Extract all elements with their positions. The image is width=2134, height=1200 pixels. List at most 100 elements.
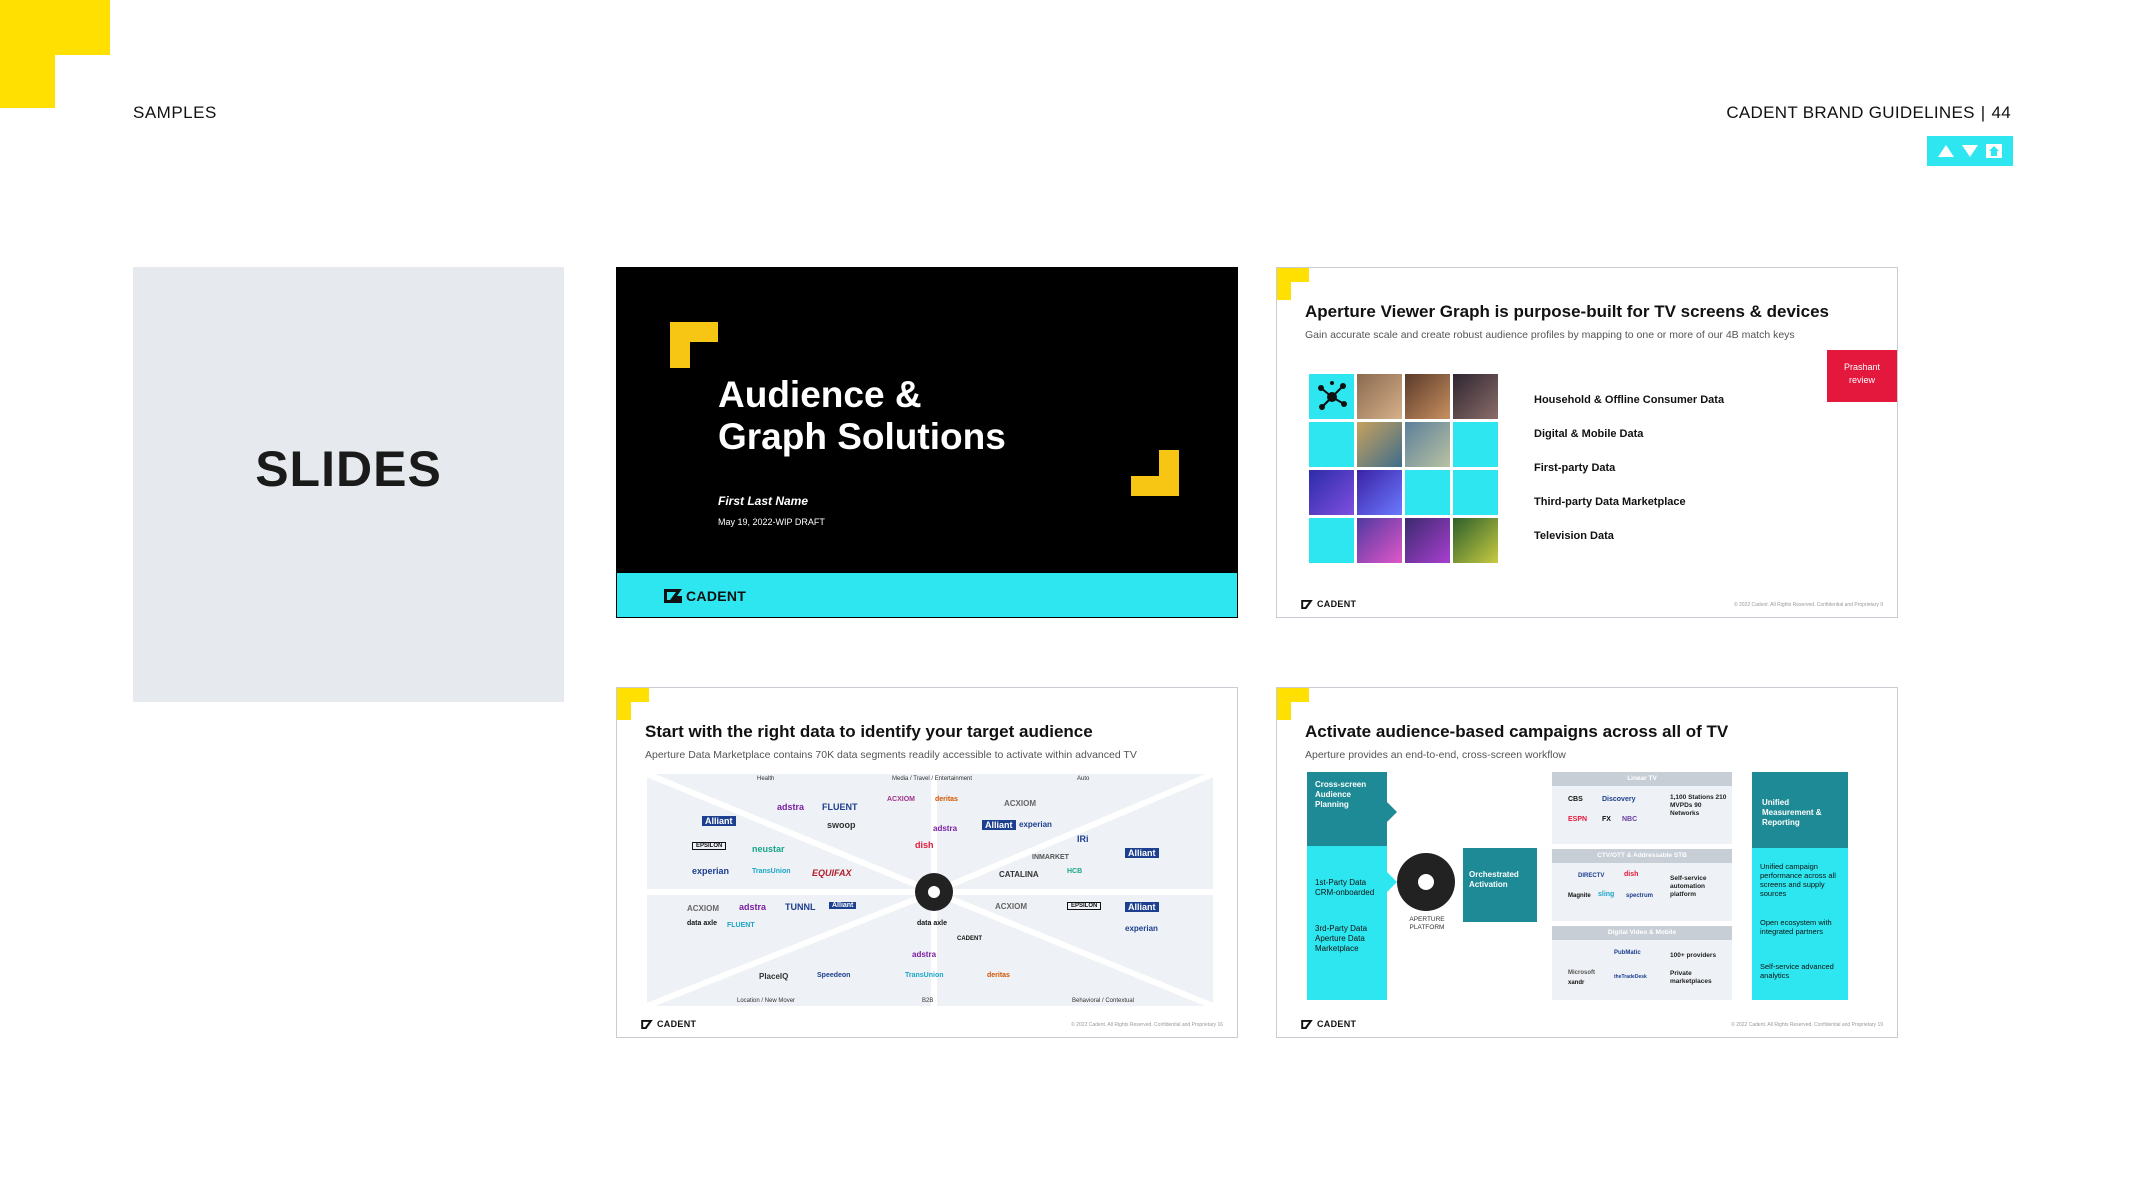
partner-logo: EPSILON bbox=[692, 842, 727, 850]
badge-text: Prashant bbox=[1843, 362, 1881, 372]
down-arrow-icon[interactable] bbox=[1961, 144, 1979, 158]
slide-page-number: 16 bbox=[1217, 1022, 1223, 1028]
partner-logo: NBC bbox=[1622, 816, 1638, 823]
section-card: SLIDES bbox=[133, 267, 564, 702]
first-party-text: 1st-Party Data CRM-onboarded bbox=[1315, 878, 1375, 897]
slide-title: Start with the right data to identify yo… bbox=[645, 722, 1093, 741]
category-label: Auto bbox=[1077, 776, 1090, 782]
photo-tile bbox=[1357, 470, 1402, 515]
list-item: Digital & Mobile Data bbox=[1534, 428, 1644, 440]
panel-header: Linear TV bbox=[1552, 772, 1732, 786]
cadent-logo-text: CADENT bbox=[657, 1019, 697, 1029]
aperture-hub-icon bbox=[915, 873, 953, 911]
slide-thumbnail-data-marketplace[interactable]: Start with the right data to identify yo… bbox=[616, 687, 1238, 1038]
slide-thumbnail-title[interactable]: Audience & Graph Solutions First Last Na… bbox=[616, 267, 1238, 618]
partner-logo: ACXIOM bbox=[687, 904, 719, 913]
page-navigation bbox=[1927, 136, 2013, 166]
partner-logo: Alliant bbox=[702, 816, 736, 826]
slide-title-line: Audience & bbox=[718, 374, 922, 415]
up-arrow-icon[interactable] bbox=[1937, 144, 1955, 158]
photo-tile bbox=[1453, 518, 1498, 563]
partner-logo: swoop bbox=[827, 820, 856, 830]
list-item: First-party Data bbox=[1534, 462, 1616, 474]
cyan-footer-bar: CADENT bbox=[617, 573, 1237, 617]
list-item: Third-party Data Marketplace bbox=[1534, 496, 1686, 508]
photo-tile bbox=[1357, 518, 1402, 563]
page-header: CADENT BRAND GUIDELINES | 44 bbox=[1726, 103, 2011, 123]
photo-tile bbox=[1357, 422, 1402, 467]
linear-stats: 1,100 Stations 210 MVPDs 90 Networks bbox=[1670, 794, 1727, 817]
doc-title: CADENT BRAND GUIDELINES bbox=[1726, 103, 1975, 122]
digital-panel: Digital Video & Mobile PubMatic Microsof… bbox=[1552, 926, 1732, 1000]
partner-logo: experian bbox=[692, 866, 730, 876]
measurement-point: Unified campaign performance across all … bbox=[1760, 862, 1836, 898]
cadent-mark-icon bbox=[641, 1019, 653, 1029]
measurement-header: Unified Measurement & Reporting bbox=[1752, 772, 1848, 848]
cadent-logo: CADENT bbox=[1301, 599, 1356, 609]
ctv-note: Self-service automation platform bbox=[1670, 875, 1707, 898]
footer-text: © 2022 Cadent. All Rights Reserved. Conf… bbox=[1071, 1022, 1217, 1028]
category-label: B2B bbox=[922, 998, 934, 1004]
photo-tile bbox=[1357, 374, 1402, 419]
photo-tile bbox=[1405, 518, 1450, 563]
cyan-tile bbox=[1453, 470, 1498, 515]
partner-logo: adstra bbox=[739, 902, 767, 912]
page-number: 44 bbox=[1991, 103, 2011, 122]
yellow-corner-bottom-right bbox=[1131, 450, 1179, 496]
yellow-corner bbox=[617, 688, 649, 720]
yellow-corner bbox=[1277, 268, 1309, 300]
cyan-tile bbox=[1309, 422, 1354, 467]
ctv-panel: CTV/OTT & Addressable STB DIRECTV dish M… bbox=[1552, 849, 1732, 921]
measurement-point: Open ecosystem with integrated partners bbox=[1760, 918, 1832, 936]
photo-tile bbox=[1405, 422, 1450, 467]
partner-logo: adstra bbox=[912, 950, 937, 959]
cyan-tile bbox=[1453, 422, 1498, 467]
third-party-text: 3rd-Party Data Aperture Data Marketplace bbox=[1315, 924, 1368, 953]
partner-logo: Alliant bbox=[1125, 902, 1159, 912]
partner-logo: TransUnion bbox=[905, 972, 944, 979]
partner-logo: experian bbox=[1125, 924, 1158, 933]
partner-logo: PlaceIQ bbox=[759, 972, 789, 981]
partner-logo: FLUENT bbox=[727, 922, 755, 929]
slide-page-number: 9 bbox=[1880, 602, 1883, 608]
partner-logo: CATALINA bbox=[999, 870, 1039, 879]
cadent-mark-icon bbox=[1301, 599, 1313, 609]
partner-logo: ACXIOM bbox=[887, 796, 915, 803]
cyan-tile bbox=[1309, 518, 1354, 563]
partner-logo: theTradeDesk bbox=[1614, 974, 1647, 980]
partner-logo: ESPN bbox=[1568, 816, 1588, 823]
partner-logo: PubMatic bbox=[1614, 950, 1641, 956]
partner-logo: Alliant bbox=[1125, 848, 1159, 858]
footer-text: © 2022 Cadent. All Rights Reserved. Conf… bbox=[1731, 1022, 1877, 1028]
cadent-logo: CADENT bbox=[641, 1019, 696, 1029]
list-item: Household & Offline Consumer Data bbox=[1534, 394, 1725, 406]
partner-logo: adstra bbox=[933, 824, 958, 833]
network-icon bbox=[1309, 374, 1354, 419]
list-item: Television Data bbox=[1534, 530, 1614, 542]
category-label: Health bbox=[757, 776, 775, 782]
slide-thumbnail-activation-workflow[interactable]: Activate audience-based campaigns across… bbox=[1276, 687, 1898, 1038]
partner-logo: xandr bbox=[1568, 980, 1585, 986]
cadent-logo-text: CADENT bbox=[1317, 599, 1357, 609]
partner-logo: CADENT bbox=[957, 936, 982, 942]
partner-logo: dish bbox=[915, 840, 934, 850]
photo-tile bbox=[1405, 374, 1450, 419]
cadent-logo: CADENT bbox=[664, 588, 746, 604]
partner-logo: sling bbox=[1598, 891, 1615, 898]
platform-label: APERTURE PLATFORM bbox=[1409, 916, 1445, 931]
slide-thumbnail-viewer-graph[interactable]: Aperture Viewer Graph is purpose-built f… bbox=[1276, 267, 1898, 618]
partner-logo: data axle bbox=[917, 920, 947, 927]
yellow-corner-top-left bbox=[670, 322, 718, 368]
section-label: SAMPLES bbox=[133, 103, 217, 122]
footer-text: © 2022 Cadent. All Rights Reserved. Conf… bbox=[1733, 602, 1879, 608]
aperture-platform-icon bbox=[1397, 853, 1455, 911]
data-partner-map: Health Media / Travel / Entertainment Au… bbox=[647, 774, 1213, 1006]
home-icon[interactable] bbox=[1985, 143, 2003, 159]
partner-logo: neustar bbox=[752, 844, 785, 854]
partner-logo: TUNNL bbox=[785, 902, 816, 912]
slide-subtitle: Aperture Data Marketplace contains 70K d… bbox=[645, 749, 1137, 761]
cyan-tile bbox=[1405, 470, 1450, 515]
panel-header: Digital Video & Mobile bbox=[1552, 926, 1732, 940]
photo-tile bbox=[1453, 374, 1498, 419]
linear-tv-panel: Linear TV CBS Discovery ESPN FX NBC 1,10… bbox=[1552, 772, 1732, 844]
